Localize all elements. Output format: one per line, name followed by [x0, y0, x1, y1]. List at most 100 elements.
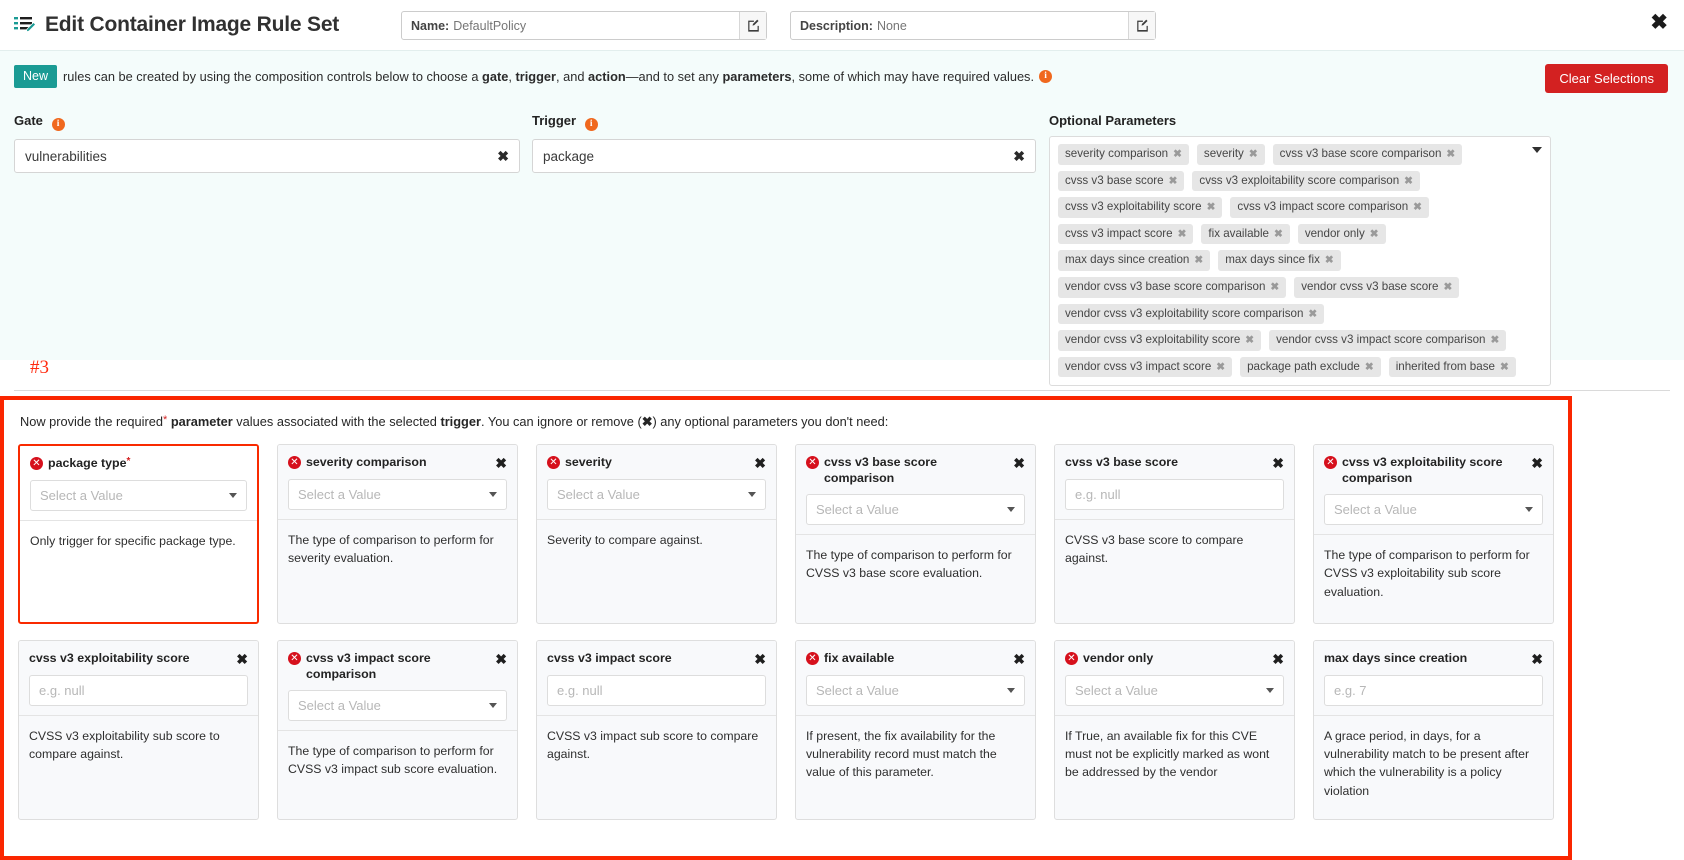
chevron-down-icon[interactable] [1007, 688, 1015, 693]
parameter-value-input[interactable]: e.g. null [1065, 479, 1284, 510]
gate-selected-value: vulnerabilities [25, 149, 497, 164]
optional-parameter-tag[interactable]: vendor cvss v3 impact score comparison✖ [1269, 330, 1506, 351]
parameter-value-select[interactable]: Select a Value [806, 494, 1025, 525]
parameter-value-select[interactable]: Select a Value [1324, 494, 1543, 525]
parameter-value-select[interactable]: Select a Value [288, 690, 507, 721]
optional-parameter-tag[interactable]: cvss v3 exploitability score✖ [1058, 197, 1222, 218]
optional-parameter-tag[interactable]: cvss v3 impact score comparison✖ [1230, 197, 1429, 218]
gate-column: Gate i vulnerabilities ✖ [14, 113, 520, 173]
optional-parameter-tag[interactable]: fix available✖ [1201, 224, 1289, 245]
chevron-down-icon[interactable] [229, 493, 237, 498]
parameter-value-input[interactable]: e.g. 7 [1324, 675, 1543, 706]
parameter-value-select[interactable]: Select a Value [547, 479, 766, 510]
policy-description-field[interactable]: Description: None [790, 11, 1156, 40]
close-icon[interactable]: ✖ [1650, 12, 1668, 33]
gate-info-icon[interactable]: i [52, 118, 65, 131]
chevron-down-icon[interactable] [1525, 507, 1533, 512]
parameter-card: cvss v3 exploitability score✖e.g. nullCV… [18, 640, 259, 820]
tag-label: vendor cvss v3 base score [1301, 280, 1438, 293]
optional-parameters-tagbox[interactable]: severity comparison✖ severity✖ cvss v3 bas… [1049, 136, 1551, 386]
chevron-down-icon[interactable] [489, 492, 497, 497]
parameter-remove-icon[interactable]: ✖ [1013, 652, 1025, 666]
parameter-remove-icon[interactable]: ✖ [1531, 456, 1543, 470]
parameter-remove-icon[interactable]: ✖ [495, 456, 507, 470]
parameter-value-select[interactable]: Select a Value [1065, 675, 1284, 706]
optional-parameter-tag[interactable]: cvss v3 impact score ✖ [1058, 224, 1193, 245]
optional-parameter-tag[interactable]: max days since creation ✖ [1058, 250, 1210, 271]
optional-parameter-tag[interactable]: cvss v3 base score✖ [1058, 171, 1184, 192]
optional-parameter-tag[interactable]: severity comparison✖ [1058, 144, 1189, 165]
optional-parameter-tag[interactable]: cvss v3 exploitability score comparison✖ [1192, 171, 1420, 192]
parameter-value-input[interactable]: e.g. null [29, 675, 248, 706]
parameter-remove-icon[interactable]: ✖ [754, 652, 766, 666]
chevron-down-icon[interactable] [489, 703, 497, 708]
tag-remove-icon[interactable]: ✖ [1194, 254, 1203, 266]
parameter-remove-icon[interactable]: ✖ [1531, 652, 1543, 666]
tag-label: max days since creation [1065, 253, 1189, 266]
tag-remove-icon[interactable]: ✖ [1365, 361, 1374, 373]
parameter-value-input[interactable]: e.g. null [547, 675, 766, 706]
tag-remove-icon[interactable]: ✖ [1491, 334, 1500, 346]
optional-parameter-tag[interactable]: package path exclude✖ [1240, 357, 1381, 378]
tag-remove-icon[interactable]: ✖ [1370, 228, 1379, 240]
banner-info-icon[interactable]: i [1039, 70, 1052, 83]
clear-selections-button[interactable]: Clear Selections [1545, 64, 1668, 93]
grid-bottom-pad [4, 820, 1568, 840]
trigger-clear-icon[interactable]: ✖ [1013, 148, 1025, 165]
tag-remove-icon[interactable]: ✖ [1216, 361, 1225, 373]
tag-remove-icon[interactable]: ✖ [1413, 201, 1422, 213]
chevron-down-icon[interactable] [1266, 688, 1274, 693]
optional-parameter-tag[interactable]: vendor cvss v3 base score comparison✖ [1058, 277, 1286, 298]
policy-name-edit-icon[interactable] [739, 12, 766, 39]
tag-remove-icon[interactable]: ✖ [1178, 228, 1187, 240]
tag-remove-icon[interactable]: ✖ [1245, 334, 1254, 346]
tag-remove-icon[interactable]: ✖ [1308, 308, 1317, 320]
tag-remove-icon[interactable]: ✖ [1443, 281, 1452, 293]
gate-clear-icon[interactable]: ✖ [497, 148, 509, 165]
tag-remove-icon[interactable]: ✖ [1500, 361, 1509, 373]
tag-remove-icon[interactable]: ✖ [1207, 201, 1216, 213]
tag-remove-icon[interactable]: ✖ [1249, 148, 1258, 160]
chevron-down-icon[interactable] [748, 492, 756, 497]
parameter-remove-icon[interactable]: ✖ [754, 456, 766, 470]
optional-parameter-tag[interactable]: vendor cvss v3 base score ✖ [1294, 277, 1459, 298]
tag-remove-icon[interactable]: ✖ [1274, 228, 1283, 240]
chevron-down-icon[interactable] [1007, 507, 1015, 512]
optional-parameter-tag[interactable]: cvss v3 base score comparison✖ [1273, 144, 1463, 165]
new-badge[interactable]: New [14, 65, 57, 89]
parameter-remove-icon[interactable]: ✖ [495, 652, 507, 666]
parameter-card: ✕cvss v3 impact score comparison✖Select … [277, 640, 518, 820]
parameter-remove-icon[interactable]: ✖ [1272, 456, 1284, 470]
optional-parameter-tag[interactable]: vendor cvss v3 exploitability score comp… [1058, 304, 1324, 325]
policy-name-label: Name: [411, 19, 449, 33]
optional-parameter-tag[interactable]: severity✖ [1197, 144, 1265, 165]
trigger-info-icon[interactable]: i [585, 118, 598, 131]
gate-select[interactable]: vulnerabilities ✖ [14, 139, 520, 173]
optional-parameter-tag[interactable]: inherited from base✖ [1389, 357, 1516, 378]
parameter-description: The type of comparison to perform for se… [278, 519, 517, 624]
parameter-card: ✕severity comparison✖Select a ValueThe t… [277, 444, 518, 624]
tag-remove-icon[interactable]: ✖ [1325, 254, 1334, 266]
optional-parameter-tag[interactable]: vendor only✖ [1298, 224, 1386, 245]
tag-remove-icon[interactable]: ✖ [1169, 175, 1178, 187]
parameter-remove-icon[interactable]: ✖ [1013, 456, 1025, 470]
policy-description-edit-icon[interactable] [1128, 12, 1155, 39]
parameter-value-select[interactable]: Select a Value [806, 675, 1025, 706]
parameter-value-select[interactable]: Select a Value [30, 480, 247, 511]
tag-remove-icon[interactable]: ✖ [1270, 281, 1279, 293]
error-circle-icon: ✕ [806, 652, 819, 665]
tag-remove-icon[interactable]: ✖ [1446, 148, 1455, 160]
parameter-remove-icon[interactable]: ✖ [1272, 652, 1284, 666]
tag-label: cvss v3 impact score [1065, 227, 1173, 240]
tag-remove-icon[interactable]: ✖ [1404, 175, 1413, 187]
policy-name-field[interactable]: Name: DefaultPolicy [401, 11, 767, 40]
optional-parameter-tag[interactable]: vendor cvss v3 impact score✖ [1058, 357, 1232, 378]
chevron-down-icon[interactable] [1532, 147, 1542, 153]
tag-remove-icon[interactable]: ✖ [1173, 148, 1182, 160]
parameter-value-select[interactable]: Select a Value [288, 479, 507, 510]
parameter-remove-icon[interactable]: ✖ [236, 652, 248, 666]
trigger-select[interactable]: package ✖ [532, 139, 1036, 173]
optional-parameter-tag[interactable]: max days since fix✖ [1218, 250, 1341, 271]
optional-parameter-tag[interactable]: vendor cvss v3 exploitability score✖ [1058, 330, 1261, 351]
parameter-title: cvss v3 exploitability score [29, 651, 231, 667]
